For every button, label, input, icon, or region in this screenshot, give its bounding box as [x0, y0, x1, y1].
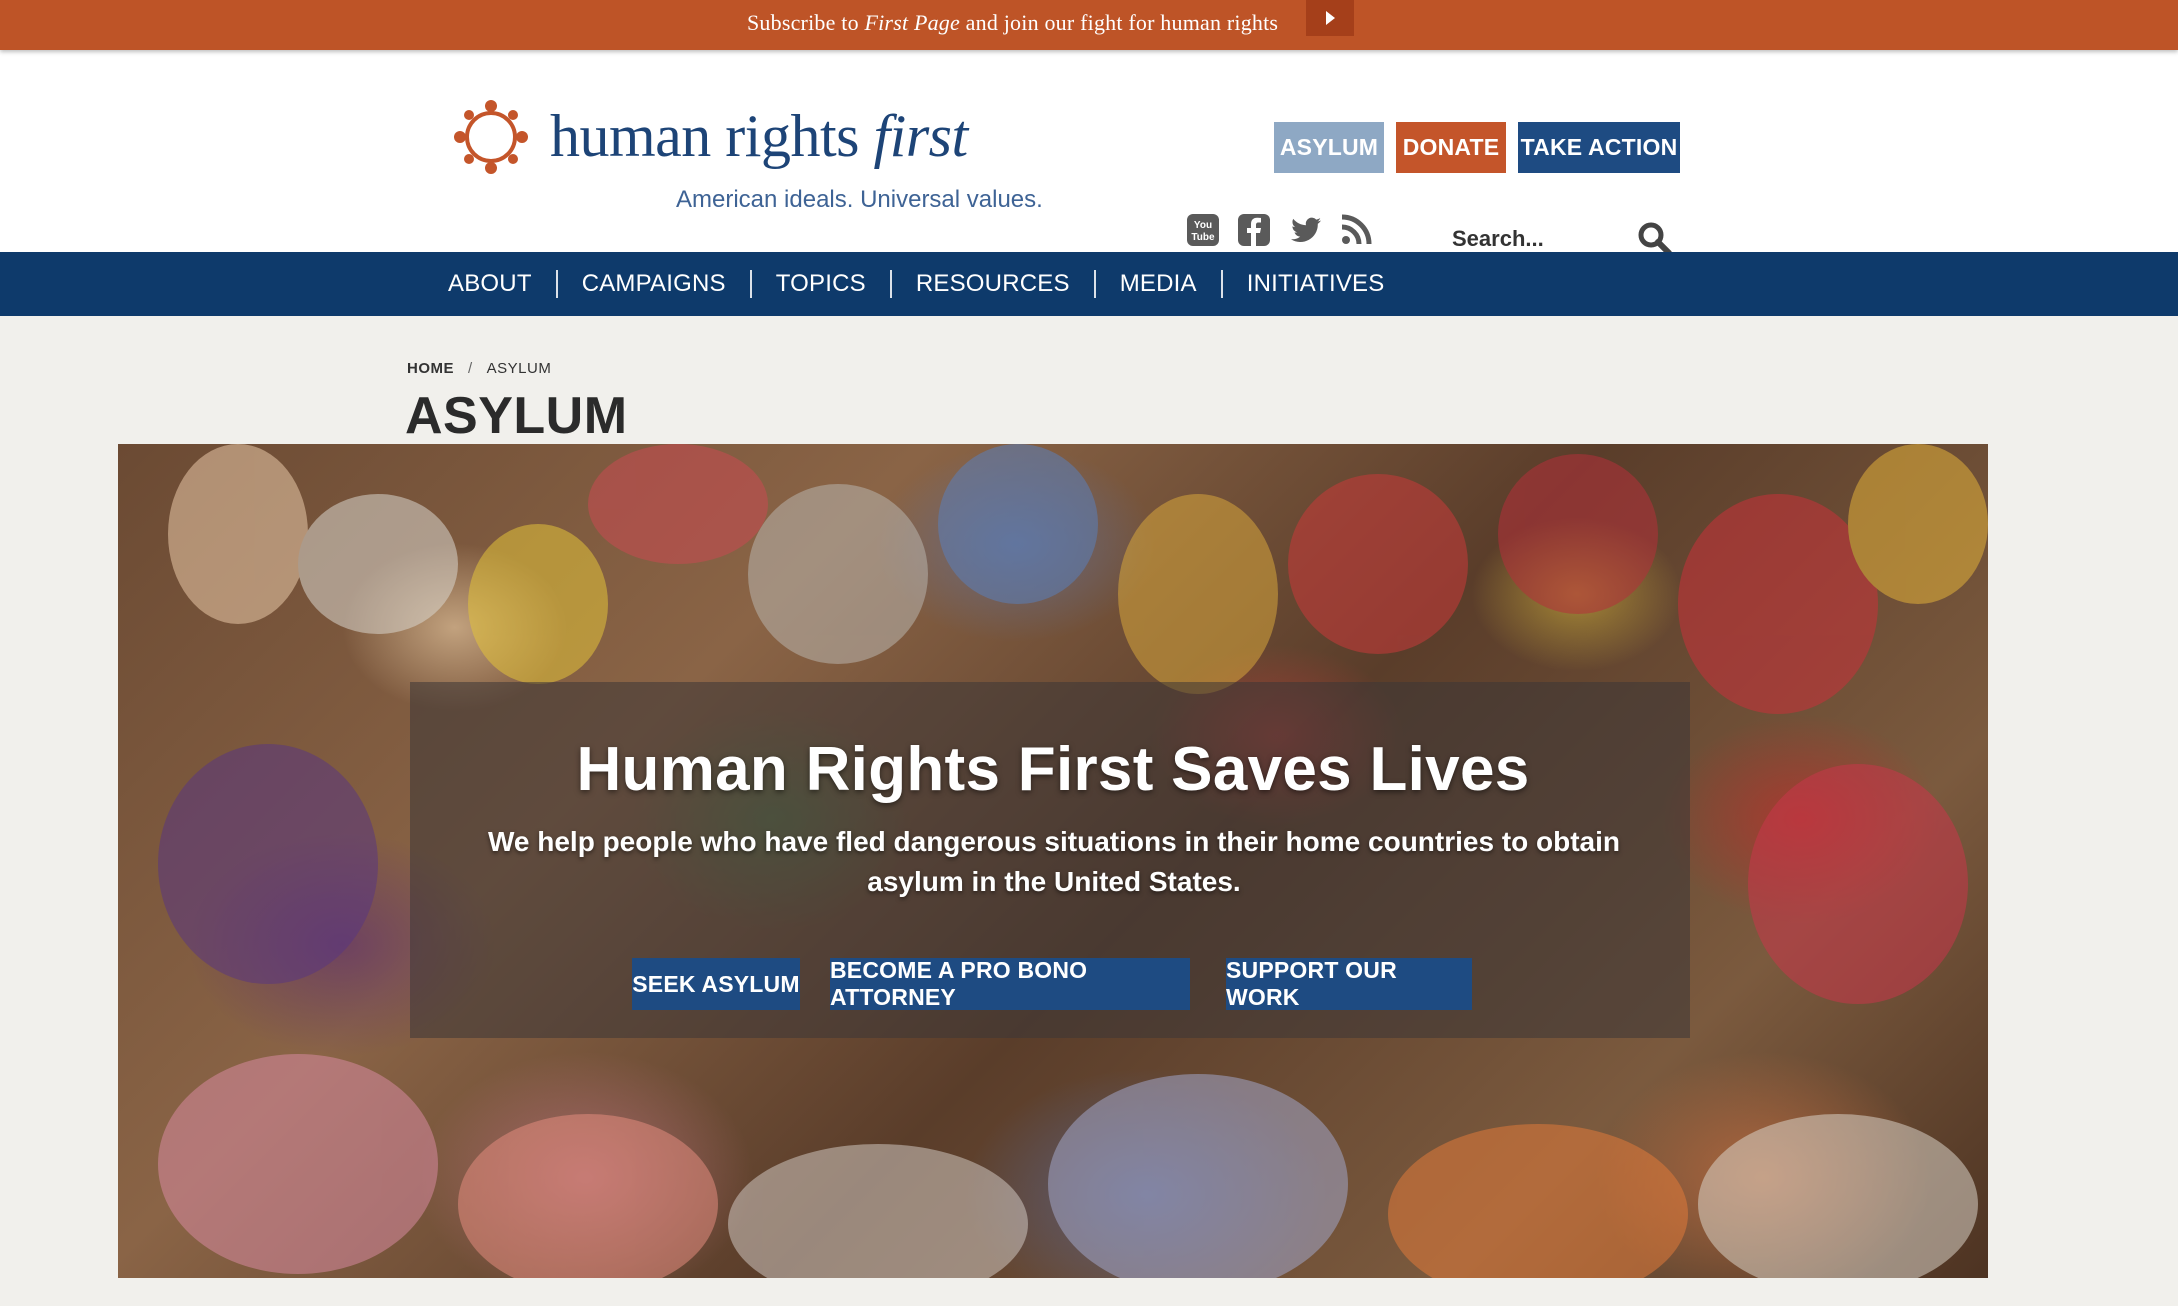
breadcrumb-home[interactable]: HOME: [407, 360, 454, 377]
logo-tagline: American ideals. Universal values.: [676, 186, 1043, 213]
nav-item-campaigns[interactable]: CAMPAIGNS: [558, 270, 750, 298]
seek-asylum-button[interactable]: SEEK ASYLUM: [632, 958, 800, 1010]
youtube-icon[interactable]: You Tube: [1185, 212, 1221, 248]
svg-text:You: You: [1194, 220, 1212, 231]
support-our-work-button[interactable]: SUPPORT OUR WORK: [1226, 957, 1472, 1010]
nav-item-topics[interactable]: TOPICS: [752, 270, 890, 298]
nav-item-resources[interactable]: RESOURCES: [892, 270, 1094, 298]
nav-divider: [1093, 270, 1096, 298]
hero-subtext: We help people who have fled dangerous s…: [487, 826, 1621, 897]
pro-bono-attorney-button[interactable]: BECOME A PRO BONO ATTORNEY: [830, 957, 1190, 1010]
logo-wordmark: human rights first: [550, 103, 968, 169]
asylum-button[interactable]: ASYLUM: [1274, 122, 1384, 173]
donate-button[interactable]: DONATE: [1396, 122, 1506, 173]
nav-divider: [1220, 270, 1223, 298]
subscribe-text[interactable]: Subscribe to First Page and join our fig…: [747, 10, 1278, 36]
nav-items: ABOUT CAMPAIGNS TOPICS RESOURCES MEDIA I…: [424, 252, 1408, 316]
svg-text:Tube: Tube: [1191, 232, 1215, 243]
hero-headline: Human Rights First Saves Lives: [576, 735, 1530, 804]
breadcrumb-current: ASYLUM: [486, 360, 552, 377]
twitter-icon[interactable]: [1288, 212, 1324, 248]
main-nav: ABOUT CAMPAIGNS TOPICS RESOURCES MEDIA I…: [0, 252, 2178, 316]
facebook-icon[interactable]: [1236, 212, 1272, 248]
rss-icon[interactable]: [1338, 212, 1374, 248]
subscribe-arrow-button[interactable]: [1306, 0, 1354, 36]
first-page-label: First Page: [864, 10, 960, 35]
nav-divider: [555, 270, 558, 298]
breadcrumb: HOME / ASYLUM: [407, 360, 551, 377]
page-title: ASYLUM: [405, 387, 628, 445]
take-action-button[interactable]: TAKE ACTION: [1518, 122, 1680, 173]
nav-item-initiatives[interactable]: INITIATIVES: [1223, 270, 1409, 298]
logo-mark-icon: [454, 100, 528, 174]
nav-item-about[interactable]: ABOUT: [424, 270, 556, 298]
logo[interactable]: human rights first American ideals. Univ…: [446, 90, 1043, 220]
hero-banner: Human Rights First Saves Lives We help p…: [118, 444, 1988, 1278]
nav-divider: [749, 270, 752, 298]
nav-item-media[interactable]: MEDIA: [1096, 270, 1221, 298]
nav-divider: [889, 270, 892, 298]
search-input[interactable]: [1452, 224, 1632, 254]
site-header: human rights first American ideals. Univ…: [0, 50, 2178, 260]
breadcrumb-separator: /: [468, 360, 473, 377]
subscribe-bar: Subscribe to First Page and join our fig…: [0, 0, 2178, 50]
